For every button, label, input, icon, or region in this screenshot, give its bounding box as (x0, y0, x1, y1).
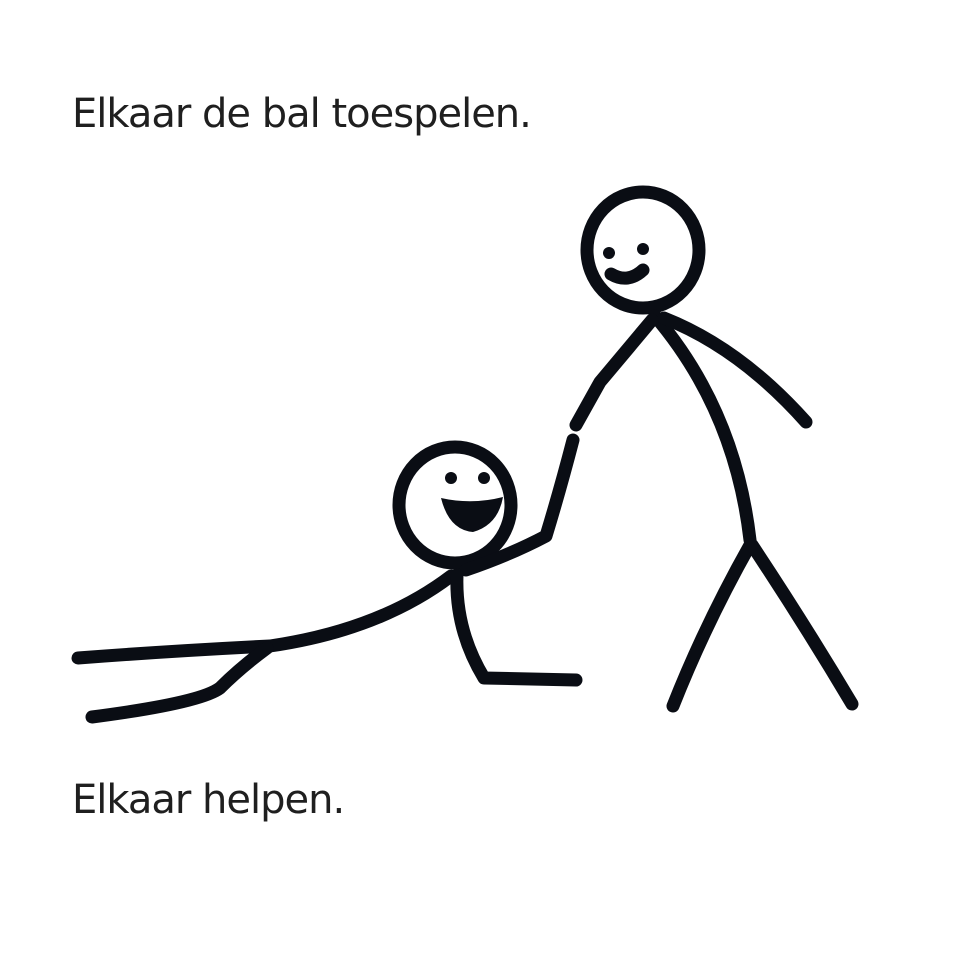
standing-figure-left-eye (603, 247, 615, 259)
standing-figure-right-leg (745, 538, 859, 711)
standing-figure-left-leg (666, 538, 757, 713)
standing-figure-smile (604, 263, 650, 285)
lying-figure-right-eye (478, 472, 490, 484)
standing-stick-figure (569, 185, 859, 713)
caption-bottom: Elkaar helpen. (72, 777, 345, 823)
standing-figure-left-arm (569, 313, 659, 432)
lying-figure-support-arm (450, 568, 583, 687)
standing-figure-body (648, 309, 757, 547)
lying-figure-open-mouth (441, 497, 503, 532)
lying-stick-figure (71, 433, 583, 724)
standing-figure-right-eye (637, 243, 649, 255)
lying-figure-left-eye (445, 472, 457, 484)
standing-figure-right-arm (657, 311, 813, 429)
